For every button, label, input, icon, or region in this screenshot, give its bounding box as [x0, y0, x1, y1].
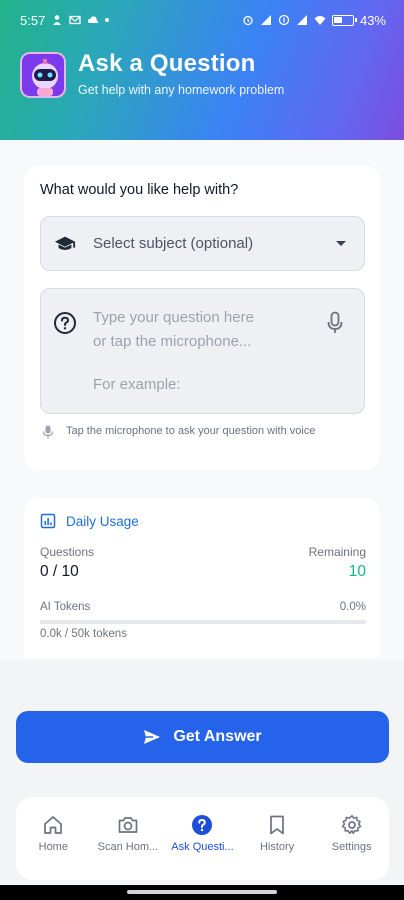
bottom-tab-bar: Home Scan Hom... Ask Questi... History S…: [16, 797, 389, 880]
subject-select[interactable]: Select subject (optional): [40, 216, 365, 271]
dropdown-arrow-icon: [336, 241, 346, 246]
wifi-icon: [314, 16, 326, 25]
alarm-status-icon: [243, 15, 253, 26]
ai-tokens-count: 0.0k / 50k tokens: [40, 628, 127, 640]
gear-icon: [341, 815, 362, 835]
question-card: What would you like help with? Select su…: [24, 165, 380, 470]
tab-history[interactable]: History: [240, 797, 315, 880]
help-circle-icon: [192, 815, 213, 835]
home-icon: [44, 816, 63, 834]
question-example-label: For example:: [93, 376, 181, 393]
tab-ask-question[interactable]: Ask Questi...: [165, 797, 240, 880]
daily-usage-title-text: Daily Usage: [66, 513, 139, 529]
page-subtitle: Get help with any homework problem: [78, 83, 285, 97]
subject-select-value: Select subject (optional): [93, 235, 254, 252]
status-dot: [105, 18, 110, 22]
tab-scan-homework-label: Scan Hom...: [97, 841, 159, 853]
bookmark-icon: [270, 815, 284, 835]
questions-value: 0 / 10: [40, 563, 79, 580]
app-header: 5:57 43% Ask a Question Get help with an…: [0, 0, 404, 140]
voice-hint: Tap the microphone to ask your question …: [40, 423, 360, 439]
send-icon: [144, 730, 161, 744]
get-answer-label: Get Answer: [173, 728, 262, 745]
tab-ask-question-label: Ask Questi...: [171, 841, 234, 853]
tab-settings[interactable]: Settings: [314, 797, 389, 880]
person-status-icon: [53, 15, 62, 25]
tab-history-label: History: [259, 841, 295, 853]
mail-status-icon: [69, 15, 81, 25]
ai-tokens-progress-bar: [40, 620, 366, 624]
tab-home[interactable]: Home: [16, 797, 91, 880]
voice-hint-text: Tap the microphone to ask your question …: [66, 425, 316, 437]
microphone-icon[interactable]: [326, 311, 344, 335]
question-placeholder-line-2: or tap the microphone...: [93, 333, 252, 350]
graduation-cap-icon: [54, 236, 76, 250]
microphone-small-icon: [42, 425, 54, 439]
home-gesture-pill[interactable]: [127, 890, 277, 894]
ai-tokens-label: AI Tokens: [40, 601, 91, 613]
get-answer-button[interactable]: Get Answer: [16, 711, 389, 763]
page-title: Ask a Question: [78, 50, 256, 77]
remaining-label: Remaining: [308, 545, 366, 559]
question-prompt-label: What would you like help with?: [40, 182, 239, 198]
status-time: 5:57: [20, 12, 46, 28]
remaining-value: 10: [348, 563, 366, 580]
tab-scan-homework[interactable]: Scan Hom...: [91, 797, 166, 880]
system-navigation-bar: [0, 885, 404, 900]
data-saver-icon: [278, 14, 290, 26]
daily-usage-title: Daily Usage: [40, 513, 139, 529]
ai-tokens-percent: 0.0%: [339, 601, 366, 613]
questions-label: Questions: [40, 545, 95, 559]
signal-icon-2: [296, 15, 307, 25]
app-logo: [20, 52, 66, 98]
question-input[interactable]: Type your question here or tap the micro…: [40, 288, 365, 414]
tab-settings-label: Settings: [331, 841, 372, 853]
battery-icon: [331, 14, 357, 26]
cloud-status-icon: [88, 16, 99, 23]
status-bar: 5:57 43%: [20, 10, 386, 30]
question-placeholder-line-1: Type your question here: [93, 309, 254, 326]
robot-icon: [22, 54, 64, 96]
camera-icon: [118, 817, 138, 833]
tab-home-label: Home: [38, 841, 68, 853]
daily-usage-card: Daily Usage Questions 0 / 10 Remaining 1…: [24, 498, 380, 658]
chart-icon: [40, 513, 56, 529]
help-circle-icon: [54, 312, 76, 334]
signal-icon: [260, 15, 271, 25]
question-placeholder: Type your question here or tap the micro…: [93, 306, 313, 354]
battery-percent: 43%: [359, 12, 386, 28]
